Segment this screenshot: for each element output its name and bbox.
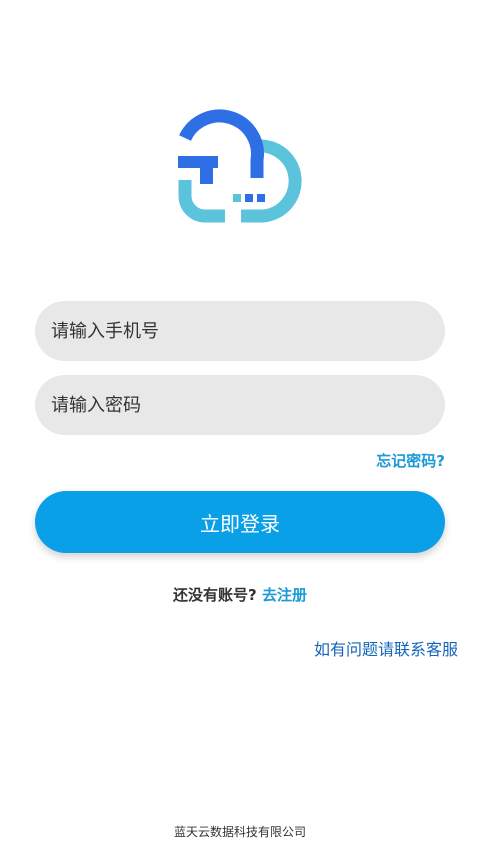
login-button[interactable]: 立即登录 bbox=[35, 491, 445, 553]
register-prompt: 还没有账号? bbox=[173, 586, 257, 604]
phone-input[interactable] bbox=[49, 319, 431, 343]
register-link[interactable]: 去注册 bbox=[262, 586, 307, 604]
password-field[interactable] bbox=[35, 375, 445, 435]
cloud-logo-icon bbox=[178, 109, 302, 223]
register-line: 还没有账号? 去注册 bbox=[0, 584, 480, 605]
footer-company: 蓝天云数据科技有限公司 bbox=[173, 825, 306, 839]
login-screen: 忘记密码? 立即登录 还没有账号? 去注册 如有问题请联系客服 蓝天云数据科技有… bbox=[0, 0, 480, 853]
contact-support-link[interactable]: 如有问题请联系客服 bbox=[314, 636, 458, 660]
phone-field[interactable] bbox=[35, 301, 445, 361]
forgot-password-link[interactable]: 忘记密码? bbox=[376, 450, 445, 471]
password-input[interactable] bbox=[49, 393, 431, 417]
